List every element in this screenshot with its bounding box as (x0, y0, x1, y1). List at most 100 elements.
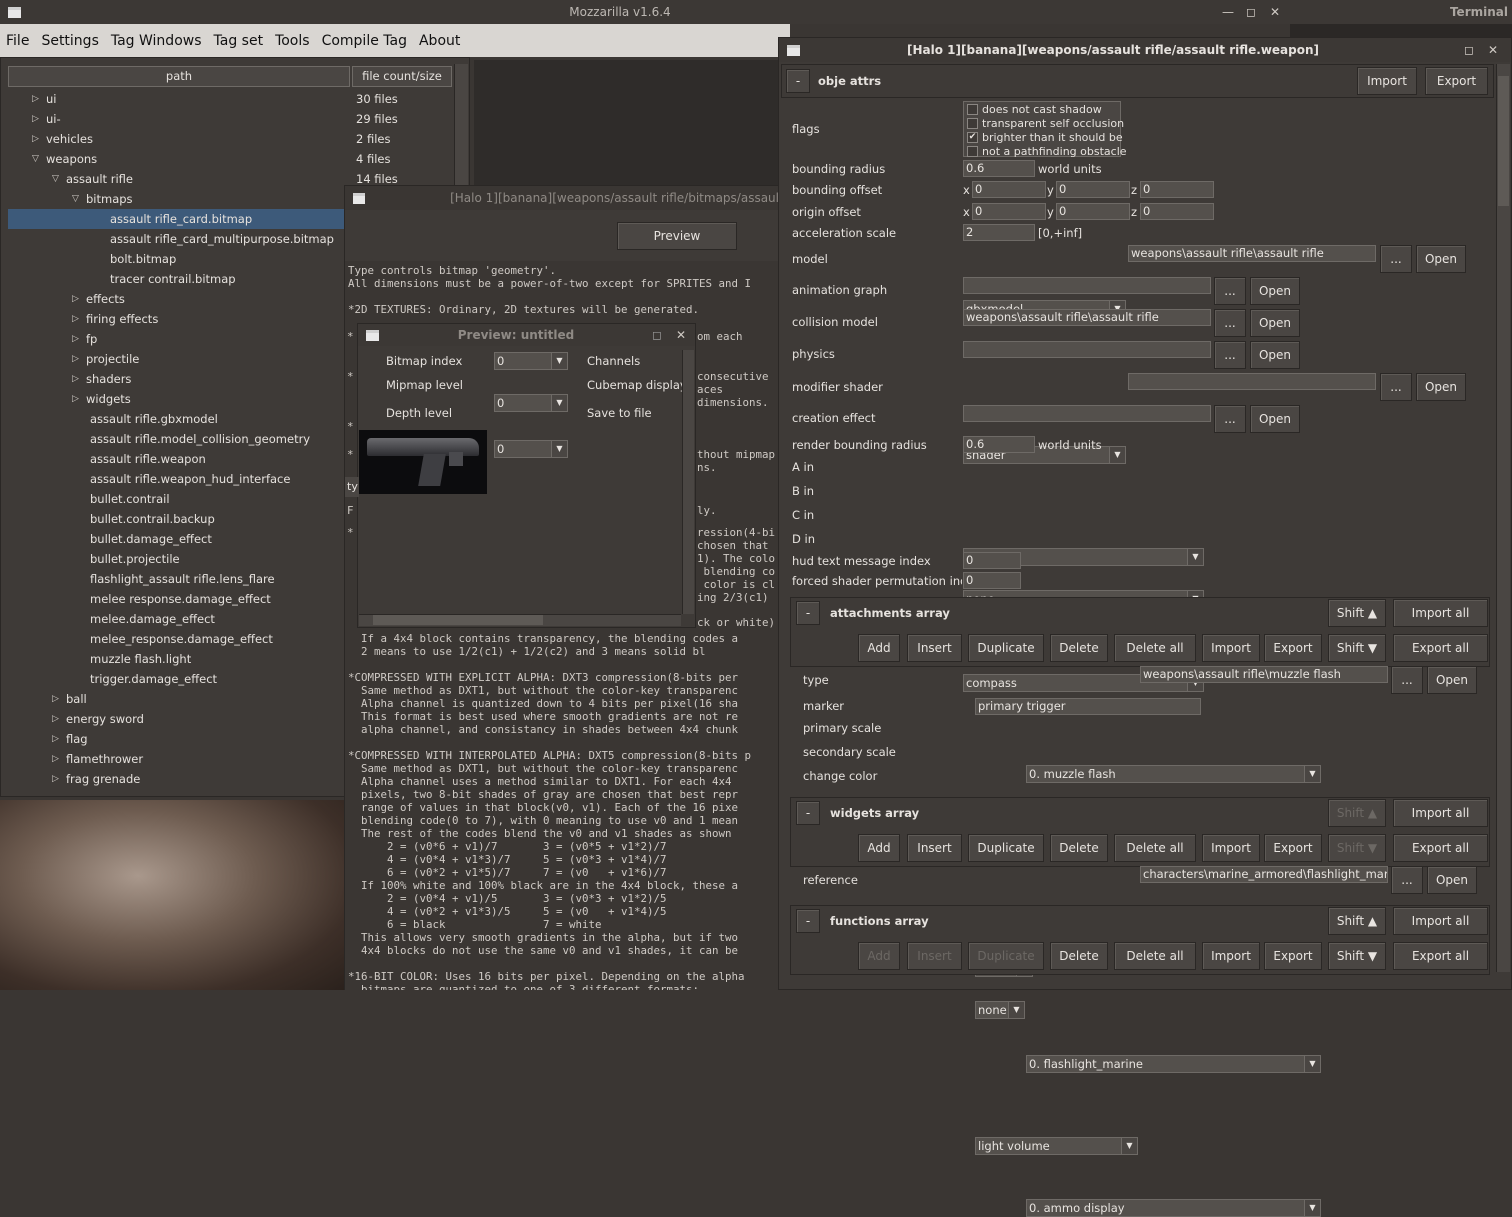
widgets-array-import-button[interactable]: Import (1202, 834, 1260, 862)
functions-array-select[interactable]: 0. ammo display ▼ (1026, 1199, 1321, 1217)
chevron-down-icon[interactable]: ▼ (1008, 1002, 1024, 1018)
obje-import-button[interactable]: Import (1357, 67, 1417, 95)
widget-reference-open-button[interactable]: Open (1427, 866, 1477, 894)
tree-row[interactable]: ▷ vehicles 2 files (8, 129, 454, 149)
checkbox[interactable] (967, 117, 978, 129)
preview-horizontal-scrollbar[interactable] (359, 614, 681, 626)
attachment-type-open-button[interactable]: Open (1427, 666, 1477, 694)
attachments-array-delete-all-button[interactable]: Delete all (1114, 634, 1196, 662)
widgets-array-shift-up-button[interactable]: Shift ▲ (1328, 799, 1386, 827)
acceleration-scale-input[interactable]: 2 (963, 224, 1035, 241)
functions-array-duplicate-button[interactable]: Duplicate (968, 942, 1044, 970)
menu-file[interactable]: File (0, 33, 35, 49)
attachments-array-delete-button[interactable]: Delete (1050, 634, 1108, 662)
widgets-array-export-all-button[interactable]: Export all (1393, 834, 1488, 862)
depth-level-select[interactable]: 0 ▼ (494, 440, 568, 458)
chevron-right-icon[interactable]: ▷ (72, 309, 79, 329)
chevron-right-icon[interactable]: ▷ (32, 89, 39, 109)
render-bounding-radius-input[interactable]: 0.6 (963, 436, 1035, 453)
attachments-array-export-button[interactable]: Export (1264, 634, 1322, 662)
preview-vertical-scrollbar[interactable] (682, 350, 694, 614)
widgets-array-delete-button[interactable]: Delete (1050, 834, 1108, 862)
minimize-icon[interactable]: — (1216, 5, 1240, 19)
collision-model-open-button[interactable]: Open (1250, 309, 1300, 337)
tag-maximize-icon[interactable]: ◻ (1457, 43, 1481, 57)
flag-checkbox-row[interactable]: ✔ brighter than it should be (967, 130, 1123, 144)
functions-array-add-button[interactable]: Add (858, 942, 900, 970)
functions-array-import-all-button[interactable]: Import all (1393, 907, 1488, 935)
functions-array-delete-all-button[interactable]: Delete all (1114, 942, 1196, 970)
origin-offset-x-input[interactable]: 0 (972, 203, 1046, 220)
checkbox[interactable] (967, 103, 978, 115)
bounding-offset-x-input[interactable]: 0 (972, 181, 1046, 198)
chevron-right-icon[interactable]: ▷ (52, 729, 59, 749)
widgets-array-select[interactable]: 0. flashlight_marine ▼ (1026, 1055, 1321, 1073)
attachments-array-select[interactable]: 0. muzzle flash ▼ (1026, 765, 1321, 783)
attachment-type-path[interactable]: weapons\assault rifle\muzzle flash (1140, 666, 1388, 683)
mipmap-level-select[interactable]: 0 ▼ (494, 394, 568, 412)
chevron-right-icon[interactable]: ▷ (52, 689, 59, 709)
widgets-array-import-all-button[interactable]: Import all (1393, 799, 1488, 827)
widgets-array-shift-down-button[interactable]: Shift ▼ (1328, 834, 1386, 862)
chevron-right-icon[interactable]: ▷ (72, 289, 79, 309)
chevron-down-icon[interactable]: ▼ (551, 395, 567, 411)
checkbox[interactable]: ✔ (967, 131, 978, 143)
functions-array-shift-down-button[interactable]: Shift ▼ (1328, 942, 1386, 970)
preview-maximize-icon[interactable]: ◻ (645, 328, 669, 342)
animation-graph-open-button[interactable]: Open (1250, 277, 1300, 305)
menu-tools[interactable]: Tools (269, 33, 316, 49)
flag-checkbox-row[interactable]: not a pathfinding obstacle (967, 144, 1127, 158)
chevron-down-icon[interactable]: ▼ (551, 353, 567, 369)
bitmap-tab[interactable]: ty (345, 477, 359, 497)
tag-window-scrollbar[interactable] (1496, 64, 1510, 972)
chevron-down-icon[interactable]: ▼ (1304, 766, 1320, 782)
model-open-button[interactable]: Open (1416, 245, 1466, 273)
modifier-shader-open-button[interactable]: Open (1416, 373, 1466, 401)
chevron-down-icon[interactable]: ▼ (1187, 549, 1203, 565)
attachments-array-shift-down-button[interactable]: Shift ▼ (1328, 634, 1386, 662)
widget-reference-browse-button[interactable]: ... (1391, 866, 1423, 894)
origin-offset-z-input[interactable]: 0 (1140, 203, 1214, 220)
preview-button[interactable]: Preview (617, 222, 737, 250)
attachments-array-import-all-button[interactable]: Import all (1393, 599, 1488, 627)
chevron-right-icon[interactable]: ▷ (72, 369, 79, 389)
physics-path-input[interactable] (963, 341, 1211, 358)
widgets-array-duplicate-button[interactable]: Duplicate (968, 834, 1044, 862)
chevron-right-icon[interactable]: ▷ (32, 109, 39, 129)
attachments-array-import-button[interactable]: Import (1202, 634, 1260, 662)
attachment-type-browse-button[interactable]: ... (1391, 666, 1423, 694)
bitmap-index-select[interactable]: 0 ▼ (494, 352, 568, 370)
functions-array-export-button[interactable]: Export (1264, 942, 1322, 970)
bounding-offset-y-input[interactable]: 0 (1056, 181, 1130, 198)
tree-row[interactable]: ▷ ui 30 files (8, 89, 454, 109)
chevron-right-icon[interactable]: ▷ (32, 129, 39, 149)
functions-array-delete-button[interactable]: Delete (1050, 942, 1108, 970)
origin-offset-y-input[interactable]: 0 (1056, 203, 1130, 220)
menu-about[interactable]: About (413, 33, 466, 49)
chevron-down-icon[interactable]: ▼ (1109, 447, 1125, 463)
chevron-down-icon[interactable]: ▽ (52, 169, 59, 189)
preview-window-title-bar[interactable]: Preview: untitled ◻ ✕ (358, 324, 695, 346)
bounding-offset-z-input[interactable]: 0 (1140, 181, 1214, 198)
chevron-down-icon[interactable]: ▽ (72, 189, 79, 209)
animation-graph-path-input[interactable] (963, 277, 1211, 294)
bitmap-window-title-bar[interactable]: [Halo 1][banana][weapons/assault rifle/b… (345, 186, 779, 210)
chevron-right-icon[interactable]: ▷ (72, 329, 79, 349)
collision-model-browse-button[interactable]: ... (1214, 309, 1246, 337)
chevron-right-icon[interactable]: ▷ (52, 769, 59, 789)
widgets-array-add-button[interactable]: Add (858, 834, 900, 862)
tag-close-icon[interactable]: ✕ (1481, 43, 1505, 57)
modifier-shader-browse-button[interactable]: ... (1380, 373, 1412, 401)
functions-array-shift-up-button[interactable]: Shift ▲ (1328, 907, 1386, 935)
attachments-array-collapse-button[interactable]: - (796, 601, 820, 625)
chevron-down-icon[interactable]: ▼ (1304, 1056, 1320, 1072)
chevron-down-icon[interactable]: ▽ (32, 149, 39, 169)
menu-tag-windows[interactable]: Tag Windows (105, 33, 208, 49)
attachments-array-export-all-button[interactable]: Export all (1393, 634, 1488, 662)
widget-reference-type-select[interactable]: light volume ▼ (975, 1137, 1138, 1155)
bitmap-window-icon[interactable] (353, 192, 366, 204)
checkbox[interactable] (967, 145, 978, 157)
model-browse-button[interactable]: ... (1380, 245, 1412, 273)
flag-checkbox-row[interactable]: does not cast shadow (967, 102, 1102, 116)
modifier-shader-path-input[interactable] (1128, 373, 1376, 390)
